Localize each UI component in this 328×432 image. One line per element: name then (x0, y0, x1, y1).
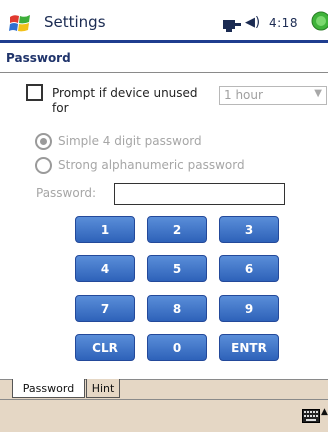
password-label: Password: (36, 186, 97, 200)
title-bar: Settings ◀) 4:18 (0, 0, 328, 43)
keypad-key-6[interactable]: 6 (219, 255, 279, 282)
timeout-dropdown[interactable]: 1 hour ▼ (219, 86, 327, 105)
radio-strong-label: Strong alphanumeric password (58, 158, 245, 172)
keypad-key-7[interactable]: 7 (75, 295, 135, 322)
chevron-down-icon[interactable]: ▼ (314, 88, 322, 99)
keypad-key-0[interactable]: 0 (147, 334, 207, 361)
radio-simple-label: Simple 4 digit password (58, 134, 202, 148)
keyboard-icon[interactable] (302, 408, 320, 423)
volume-icon[interactable]: ◀) (245, 15, 260, 30)
timeout-value: 1 hour (224, 88, 263, 102)
command-bar: ▲ (0, 399, 328, 432)
radio-strong-password[interactable] (35, 157, 52, 174)
ok-icon[interactable] (311, 11, 328, 31)
keypad-key-9[interactable]: 9 (219, 295, 279, 322)
password-input[interactable] (114, 183, 285, 205)
keypad-key-2[interactable]: 2 (147, 216, 207, 243)
chevron-up-icon[interactable]: ▲ (321, 407, 328, 417)
tab-password[interactable]: Password (12, 379, 85, 398)
page-title: Password (6, 51, 71, 65)
divider (0, 72, 328, 73)
windows-logo-icon[interactable] (8, 11, 32, 35)
prompt-checkbox[interactable] (26, 84, 43, 101)
radio-selected-dot (40, 138, 47, 145)
clock[interactable]: 4:18 (269, 16, 298, 30)
keypad-key-4[interactable]: 4 (75, 255, 135, 282)
keypad-key-1[interactable]: 1 (75, 216, 135, 243)
keypad-key-entr[interactable]: ENTR (219, 334, 279, 361)
radio-simple-password[interactable] (35, 133, 52, 150)
keypad-key-3[interactable]: 3 (219, 216, 279, 243)
signal-icon[interactable] (223, 17, 241, 32)
keypad-key-5[interactable]: 5 (147, 255, 207, 282)
keypad-key-clr[interactable]: CLR (75, 334, 135, 361)
keypad-key-8[interactable]: 8 (147, 295, 207, 322)
prompt-label: Prompt if device unused for (52, 86, 198, 115)
app-title: Settings (44, 13, 106, 31)
tab-hint[interactable]: Hint (86, 379, 120, 398)
